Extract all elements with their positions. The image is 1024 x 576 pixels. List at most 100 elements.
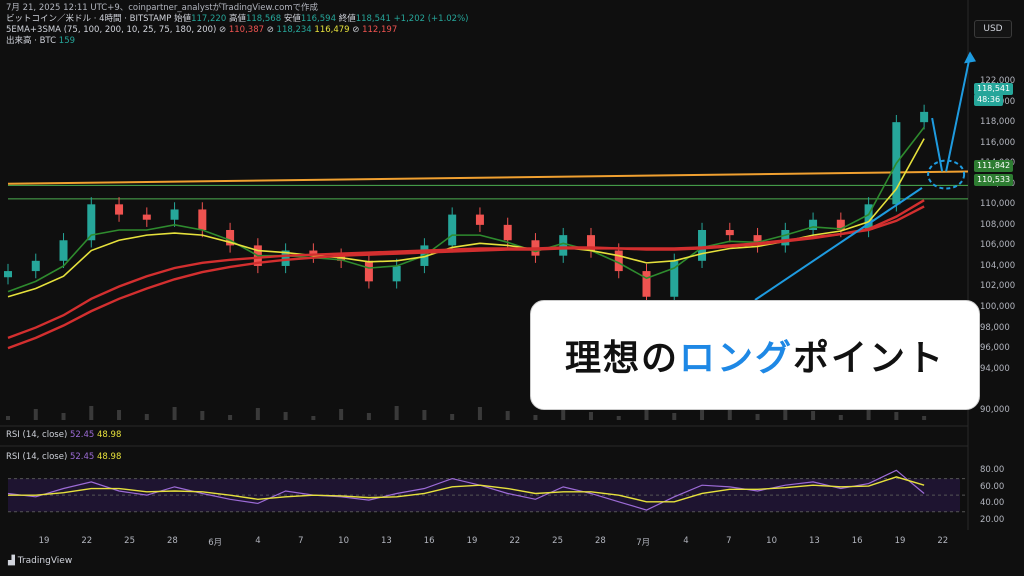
volume-bar [838, 415, 843, 420]
rsi-tick-label: 80.00 [980, 465, 1005, 476]
volume-bar [422, 410, 427, 420]
time-tick-label: 10 [766, 536, 778, 546]
candle-body [781, 230, 790, 246]
price-chart[interactable] [0, 0, 1024, 576]
level-badge-low: 110,533 [974, 174, 1014, 186]
callout-text-2: ポイント [793, 338, 946, 379]
time-tick-label: 7 [298, 536, 304, 546]
volume-bar [228, 415, 233, 420]
time-tick-label: 22 [509, 536, 521, 546]
price-tick-label: 100,000 [980, 302, 1016, 313]
price-tick-label: 96,000 [980, 343, 1010, 354]
time-tick-label: 25 [552, 536, 564, 546]
candle-body [503, 224, 512, 241]
volume-bar [61, 413, 66, 420]
time-tick-label: 19 [466, 536, 478, 546]
time-tick-label: 13 [380, 536, 392, 546]
volume-bar [311, 416, 316, 420]
price-tick-label: 90,000 [980, 404, 1010, 415]
volume-bar [588, 412, 593, 420]
time-tick-label: 13 [808, 536, 820, 546]
target-circle [927, 159, 966, 190]
volume-bar [283, 412, 288, 420]
candle-body [4, 271, 12, 278]
price-tick-label: 118,000 [980, 117, 1016, 128]
price-tick-label: 108,000 [980, 219, 1016, 230]
level-badge-high: 111,842 [974, 160, 1014, 172]
time-tick-label: 22 [81, 536, 93, 546]
rsi-legend-2: RSI (14, close) 52.45 48.98 [6, 452, 121, 463]
time-tick-label: 7月 [636, 538, 651, 548]
annotation-arrow-up [945, 55, 971, 172]
volume-bar [727, 410, 732, 420]
time-tick-label: 22 [937, 536, 949, 546]
time-tick-label: 7 [726, 536, 732, 546]
arrowhead-icon [964, 51, 976, 64]
price-tick-label: 116,000 [980, 137, 1016, 148]
time-tick-label: 19 [894, 536, 906, 546]
volume-bar [144, 414, 149, 420]
time-tick-label: 16 [851, 536, 863, 546]
countdown-badge: 48:36 [974, 94, 1004, 106]
candle-body [448, 214, 457, 246]
time-tick-label: 28 [166, 536, 178, 546]
time-tick-label: 25 [124, 536, 136, 546]
volume-bar [172, 407, 177, 420]
price-tick-label: 110,000 [980, 199, 1016, 210]
candle-body [31, 260, 40, 272]
candle-body [698, 230, 707, 261]
time-tick-label: 4 [255, 536, 261, 546]
volume-bar [616, 416, 621, 420]
price-tick-label: 104,000 [980, 260, 1016, 271]
volume-bar [533, 415, 538, 420]
time-tick-label: 6月 [208, 538, 223, 548]
volume-bar [922, 416, 927, 420]
candle-body [642, 271, 651, 297]
callout-box: 理想の ロング ポイント [530, 300, 980, 410]
candle-body [392, 265, 401, 282]
rsi-ma-value: 48.98 [97, 452, 122, 462]
rsi-label[interactable]: RSI (14, close) [6, 430, 67, 440]
price-tick-label: 102,000 [980, 281, 1016, 292]
rsi-value: 52.45 [69, 430, 95, 440]
candle-body [170, 209, 179, 220]
volume-bar [200, 411, 205, 420]
tradingview-icon: ▟ [8, 556, 15, 566]
tradingview-logo[interactable]: ▟ TradingView [8, 556, 72, 566]
time-tick-label: 19 [38, 536, 50, 546]
volume-bar [477, 407, 482, 420]
volume-bar [755, 414, 760, 420]
candle-body [559, 235, 568, 256]
chart-frame: 7月 21, 2025 12:11 UTC+9、coinpartner_anal… [0, 0, 1024, 576]
time-tick-label: 28 [594, 536, 606, 546]
volume-bar [644, 409, 649, 420]
volume-bar [89, 406, 94, 420]
candle-body [142, 214, 151, 220]
rsi-label[interactable]: RSI (14, close) [6, 452, 67, 462]
price-tick-label: 98,000 [980, 322, 1010, 333]
rsi-tick-label: 60.00 [980, 481, 1005, 492]
candle-body [725, 230, 734, 236]
annotation-arrow-diagonal [754, 187, 923, 301]
volume-bar [811, 411, 816, 420]
candle-body [920, 111, 929, 123]
rsi-tick-label: 40.00 [980, 498, 1005, 509]
volume-bar [394, 406, 399, 420]
time-tick-label: 10 [338, 536, 350, 546]
volume-bar [117, 410, 122, 420]
volume-bar [255, 408, 260, 420]
callout-text-1: 理想の [564, 338, 679, 379]
price-tick-label: 106,000 [980, 240, 1016, 251]
volume-bar [339, 409, 344, 420]
price-tick-label: 94,000 [980, 363, 1010, 374]
volume-bar [505, 411, 510, 420]
candle-body [198, 209, 207, 230]
time-tick-label: 16 [423, 536, 435, 546]
volume-bar [450, 414, 455, 420]
callout-text-highlight: ロング [678, 338, 793, 379]
volume-bar [366, 413, 371, 420]
rsi-value: 52.45 [69, 452, 95, 462]
volume-bar [894, 412, 899, 420]
volume-bar [6, 416, 10, 420]
volume-bar [672, 413, 677, 420]
